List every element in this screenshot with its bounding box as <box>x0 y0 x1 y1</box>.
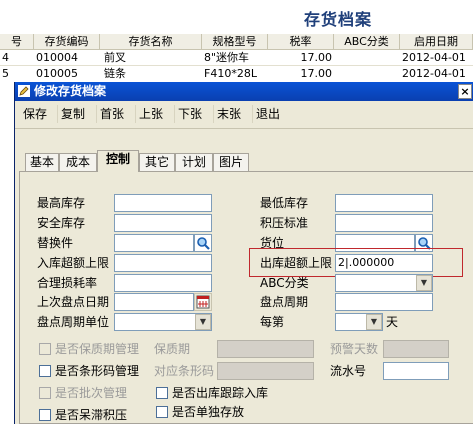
safety-stock-input[interactable] <box>114 214 212 232</box>
batch-mgmt-label: 是否批次管理 <box>55 386 128 400</box>
last-button[interactable]: 末张 <box>213 105 244 123</box>
grid-header-spec[interactable]: 规格型号 <box>202 34 268 50</box>
backlog-std-input[interactable] <box>335 214 433 232</box>
shelf-life-mgmt-checkbox[interactable] <box>39 343 51 355</box>
tab-cost[interactable]: 成本 <box>59 153 97 171</box>
row1-tax[interactable]: 17.00 <box>270 51 333 65</box>
separate-storage-label: 是否单独存放 <box>172 405 245 419</box>
shelf-life-mgmt-label: 是否保质期管理 <box>55 342 140 356</box>
loss-rate-label: 合理损耗率 <box>37 276 98 290</box>
edit-inventory-dialog: 修改存货档案 × 保存 复制 首张 上张 下张 末张 退出 基本 成本 控制 其… <box>14 82 473 424</box>
outbound-trace-label: 是否出库跟踪入库 <box>172 386 269 400</box>
check-cycle-input[interactable] <box>335 293 433 311</box>
row2-code[interactable]: 010005 <box>36 67 98 81</box>
serial-no-input[interactable] <box>383 362 449 380</box>
dialog-title-bar[interactable]: 修改存货档案 × <box>15 82 473 101</box>
chevron-down-icon[interactable]: ▼ <box>366 314 382 330</box>
warning-days-label: 预警天数 <box>330 342 379 356</box>
inventory-grid: 号 存货编码 存货名称 规格型号 税率 ABC分类 启用日期 4 010004 … <box>0 34 473 82</box>
grid-header-no[interactable]: 号 <box>0 34 34 50</box>
exit-button[interactable]: 退出 <box>252 105 283 123</box>
highlight-box <box>249 248 463 277</box>
batch-mgmt-checkbox[interactable] <box>39 387 51 399</box>
every-label: 每第 <box>260 315 285 329</box>
stagnant-checkbox[interactable] <box>39 409 51 421</box>
substitute-search-button[interactable] <box>194 234 212 252</box>
row2-date[interactable]: 2012-04-01 <box>402 67 473 81</box>
check-cycle-label: 盘点周期 <box>260 295 309 309</box>
tab-other[interactable]: 其它 <box>139 153 175 171</box>
magnifier-icon <box>197 237 210 250</box>
calendar-icon <box>196 295 210 309</box>
grid-header-date[interactable]: 启用日期 <box>400 34 473 50</box>
stagnant-label: 是否呆滞积压 <box>55 408 128 422</box>
dialog-title: 修改存货档案 <box>34 84 107 98</box>
outbound-trace-checkbox[interactable] <box>156 387 168 399</box>
barcode-mgmt-checkbox[interactable] <box>39 365 51 377</box>
last-check-date-input[interactable] <box>114 293 194 311</box>
grid-header-code[interactable]: 存货编码 <box>34 34 100 50</box>
prev-button[interactable]: 上张 <box>135 105 166 123</box>
tab-control[interactable]: 控制 <box>97 150 139 172</box>
chevron-down-icon[interactable]: ▼ <box>195 314 211 330</box>
backlog-std-label: 积压标准 <box>260 216 309 230</box>
save-button[interactable]: 保存 <box>20 105 50 123</box>
calendar-button[interactable] <box>194 293 212 311</box>
barcode-label: 对应条形码 <box>154 364 215 378</box>
row1-spec[interactable]: 8"迷你车 <box>204 51 266 65</box>
pencil-icon <box>18 85 30 97</box>
barcode-mgmt-label: 是否条形码管理 <box>55 364 140 378</box>
min-stock-label: 最低库存 <box>260 196 309 210</box>
shelf-life-input[interactable] <box>217 340 314 358</box>
first-button[interactable]: 首张 <box>96 105 127 123</box>
page-title: 存货档案 <box>304 10 373 29</box>
row2-name[interactable]: 链条 <box>104 67 200 81</box>
in-over-limit-input[interactable] <box>114 254 212 272</box>
loss-rate-input[interactable] <box>114 274 212 292</box>
row1-date[interactable]: 2012-04-01 <box>402 51 473 65</box>
row1-no[interactable]: 4 <box>2 51 12 65</box>
shelf-life-label: 保质期 <box>154 342 191 356</box>
abc-class-label: ABC分类 <box>260 276 309 290</box>
row1-abc[interactable] <box>336 51 398 65</box>
in-over-limit-label: 入库超额上限 <box>37 256 110 270</box>
grid-header-name[interactable]: 存货名称 <box>100 34 202 50</box>
check-cycle-unit-label: 盘点周期单位 <box>37 315 110 329</box>
row2-tax[interactable]: 17.00 <box>270 67 333 81</box>
grid-header-abc[interactable]: ABC分类 <box>334 34 400 50</box>
row2-abc[interactable] <box>336 67 398 81</box>
toolbar: 保存 复制 首张 上张 下张 末张 退出 <box>15 101 473 129</box>
row-divider <box>0 65 473 66</box>
separate-storage-checkbox[interactable] <box>156 406 168 418</box>
next-button[interactable]: 下张 <box>174 105 205 123</box>
row2-spec[interactable]: F410*28L <box>204 67 266 81</box>
row2-no[interactable]: 5 <box>2 67 12 81</box>
row1-name[interactable]: 前叉 <box>104 51 200 65</box>
chevron-down-icon[interactable]: ▼ <box>416 275 432 291</box>
row1-code[interactable]: 010004 <box>36 51 98 65</box>
substitute-label: 替换件 <box>37 236 74 250</box>
tab-plan[interactable]: 计划 <box>175 153 213 171</box>
max-stock-input[interactable] <box>114 194 212 212</box>
max-stock-label: 最高库存 <box>37 196 86 210</box>
main-title-bar: 存货档案 <box>0 0 473 34</box>
copy-button[interactable]: 复制 <box>57 105 88 123</box>
serial-no-label: 流水号 <box>330 364 367 378</box>
min-stock-input[interactable] <box>335 194 433 212</box>
last-check-date-label: 上次盘点日期 <box>37 295 110 309</box>
grid-header-tax[interactable]: 税率 <box>268 34 334 50</box>
warning-days-input[interactable] <box>383 340 449 358</box>
close-button[interactable]: × <box>458 84 472 99</box>
day-unit-label: 天 <box>386 315 399 329</box>
tab-basic[interactable]: 基本 <box>25 153 59 171</box>
barcode-input[interactable] <box>217 362 314 380</box>
safety-stock-label: 安全库存 <box>37 216 86 230</box>
substitute-input[interactable] <box>114 234 194 252</box>
tab-image[interactable]: 图片 <box>213 153 249 171</box>
